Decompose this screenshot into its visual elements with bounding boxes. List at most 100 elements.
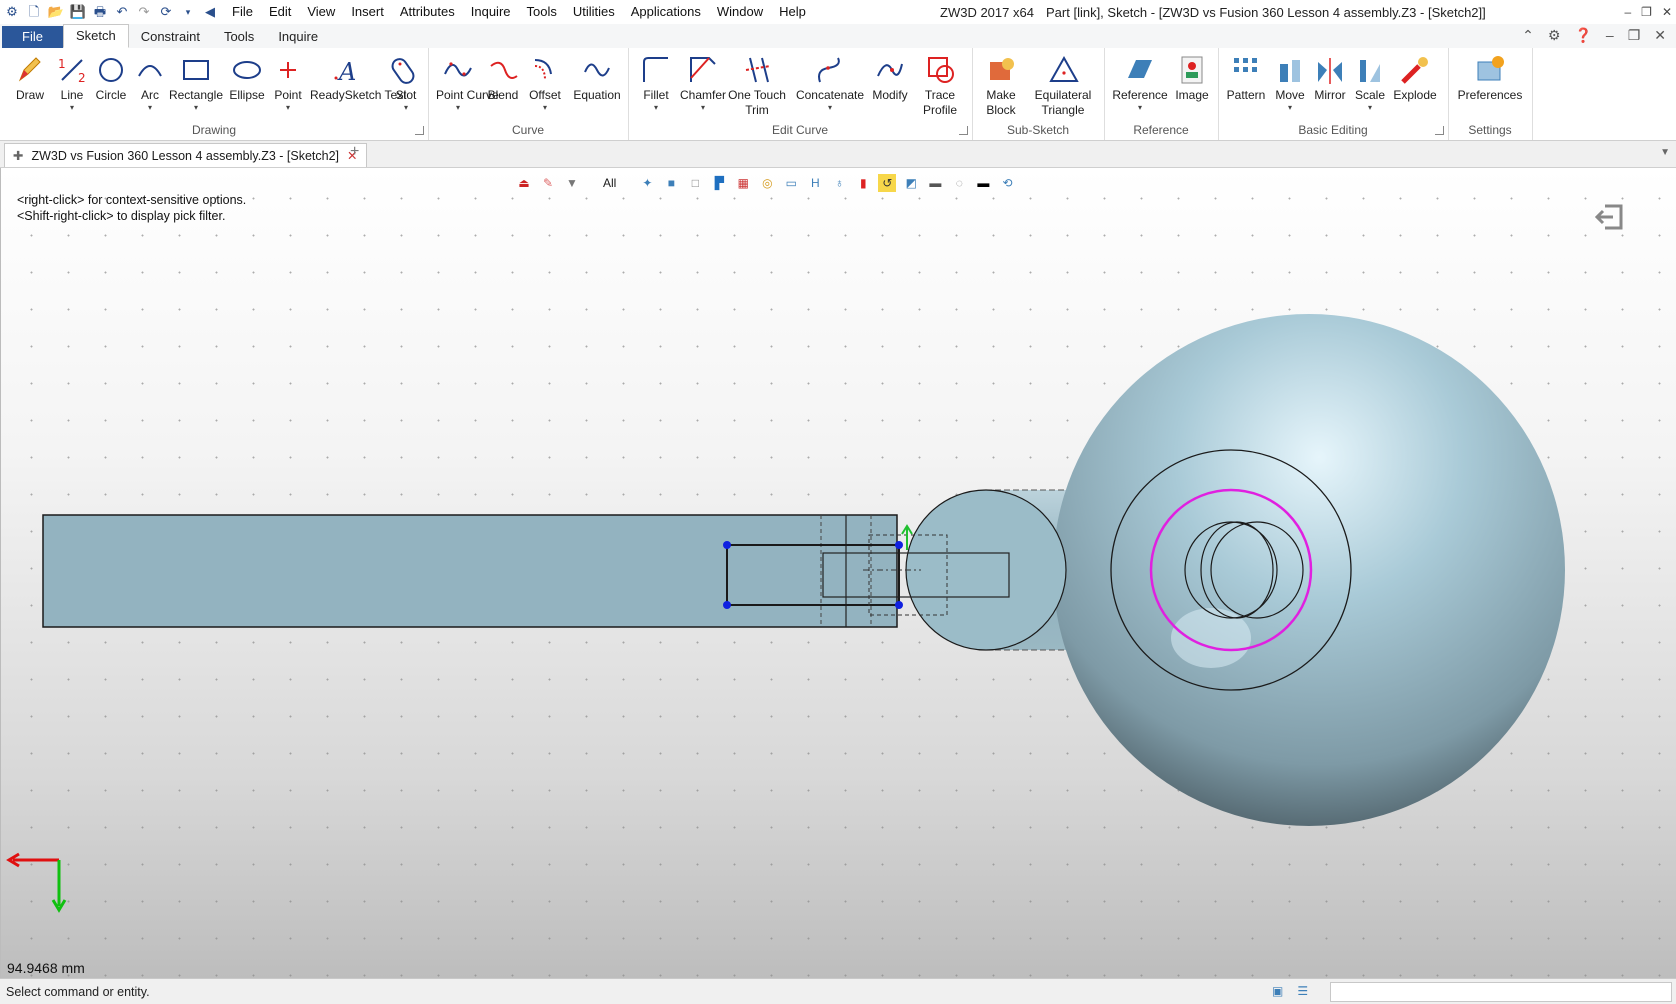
drawing-launcher-icon[interactable] bbox=[415, 126, 424, 135]
basic-editing-launcher-icon[interactable] bbox=[1435, 126, 1444, 135]
rectangle-button[interactable]: Rectangle▾ bbox=[168, 54, 224, 113]
handle-point[interactable] bbox=[895, 601, 903, 609]
slot-icon bbox=[390, 54, 422, 86]
menu-view[interactable]: View bbox=[299, 0, 343, 24]
shaft-body[interactable] bbox=[43, 515, 897, 627]
slot-button[interactable]: Slot▾ bbox=[388, 54, 424, 113]
pencil-icon bbox=[14, 54, 46, 86]
status-message: Select command or entity. bbox=[6, 985, 150, 999]
menu-file[interactable]: File bbox=[224, 0, 261, 24]
menu-inquire[interactable]: Inquire bbox=[463, 0, 519, 24]
chamfer-button[interactable]: Chamfer▾ bbox=[678, 54, 728, 113]
menu-bar: File Edit View Insert Attributes Inquire… bbox=[224, 0, 814, 24]
menu-tools[interactable]: Tools bbox=[519, 0, 565, 24]
tab-constraint[interactable]: Constraint bbox=[129, 26, 212, 48]
offset-button[interactable]: Offset▾ bbox=[526, 54, 564, 113]
group-curve: Point Curve▾ Blend Offset▾ Equation Curv… bbox=[428, 48, 629, 140]
make-block-button[interactable]: Make Block bbox=[980, 54, 1024, 118]
one-touch-trim-button[interactable]: One Touch Trim bbox=[728, 54, 788, 118]
ball-sphere[interactable] bbox=[1053, 314, 1565, 826]
refresh-icon[interactable]: ⟳ bbox=[158, 4, 174, 20]
list-icon[interactable]: ☰ bbox=[1297, 984, 1308, 998]
arc-button[interactable]: Arc▾ bbox=[134, 54, 166, 113]
ellipse-button[interactable]: Ellipse bbox=[228, 54, 266, 103]
group-label-sub-sketch: Sub-Sketch bbox=[972, 123, 1104, 137]
menu-applications[interactable]: Applications bbox=[623, 0, 709, 24]
menu-edit[interactable]: Edit bbox=[261, 0, 299, 24]
trace-profile-icon bbox=[925, 54, 957, 86]
back-icon[interactable]: ◀ bbox=[202, 4, 218, 20]
handle-point[interactable] bbox=[723, 601, 731, 609]
tab-tools[interactable]: Tools bbox=[212, 26, 266, 48]
collapse-ribbon-icon[interactable]: ⌃ bbox=[1522, 27, 1534, 44]
point-button[interactable]: Point▾ bbox=[270, 54, 306, 113]
circle-button[interactable]: Circle bbox=[92, 54, 130, 103]
neck-end-circle[interactable] bbox=[906, 490, 1066, 650]
readysketch-text-button[interactable]: A ReadySketch Text bbox=[310, 54, 382, 103]
redo-icon[interactable]: ↷ bbox=[136, 4, 152, 20]
explode-button[interactable]: Explode bbox=[1390, 54, 1440, 103]
restore-icon[interactable]: ❐ bbox=[1641, 5, 1652, 19]
handle-point[interactable] bbox=[895, 541, 903, 549]
arc-icon bbox=[134, 54, 166, 86]
reference-button[interactable]: Reference▾ bbox=[1112, 54, 1168, 113]
tab-inquire[interactable]: Inquire bbox=[266, 26, 330, 48]
tab-list-icon[interactable]: ▼ bbox=[1660, 147, 1670, 158]
equation-icon bbox=[581, 54, 613, 86]
block-icon bbox=[986, 54, 1018, 86]
scale-button[interactable]: Scale▾ bbox=[1352, 54, 1388, 113]
offset-icon bbox=[529, 54, 561, 86]
modify-button[interactable]: Modify bbox=[868, 54, 912, 103]
draw-button[interactable]: Draw bbox=[12, 54, 48, 103]
menu-utilities[interactable]: Utilities bbox=[565, 0, 623, 24]
fillet-icon bbox=[640, 54, 672, 86]
pattern-button[interactable]: Pattern bbox=[1224, 54, 1268, 103]
image-icon bbox=[1176, 54, 1208, 86]
layout-icon[interactable]: ▣ bbox=[1272, 984, 1283, 998]
tab-file[interactable]: File bbox=[2, 26, 63, 48]
fillet-button[interactable]: Fillet▾ bbox=[636, 54, 676, 113]
group-sub-sketch: Make Block Equilateral Triangle Sub-Sket… bbox=[972, 48, 1105, 140]
mdi-restore-icon[interactable]: ❐ bbox=[1628, 27, 1641, 44]
help-icon[interactable]: ❓ bbox=[1574, 27, 1591, 44]
dropdown-icon[interactable]: ▾ bbox=[180, 4, 196, 20]
minimize-icon[interactable]: – bbox=[1624, 5, 1631, 19]
move-button[interactable]: Move▾ bbox=[1272, 54, 1308, 113]
open-file-icon[interactable]: 📂 bbox=[48, 4, 64, 20]
graphics-viewport[interactable]: <right-click> for context-sensitive opti… bbox=[0, 168, 1676, 978]
preferences-button[interactable]: Preferences bbox=[1454, 54, 1526, 103]
command-input[interactable] bbox=[1330, 982, 1672, 1002]
status-icons: ▣ ☰ bbox=[1272, 984, 1308, 998]
blend-button[interactable]: Blend bbox=[484, 54, 522, 103]
pattern-icon bbox=[1230, 54, 1262, 86]
settings-gear-icon[interactable]: ⚙ bbox=[1548, 27, 1561, 44]
document-tab-strip: ✚ ZW3D vs Fusion 360 Lesson 4 assembly.Z… bbox=[0, 141, 1676, 168]
tab-sketch[interactable]: Sketch bbox=[63, 24, 129, 48]
svg-text:2: 2 bbox=[78, 71, 86, 85]
app-logo-icon[interactable]: ⚙ bbox=[4, 4, 20, 20]
mdi-close-icon[interactable]: ✕ bbox=[1654, 27, 1666, 44]
menu-window[interactable]: Window bbox=[709, 0, 771, 24]
print-icon[interactable]: 🖶 bbox=[92, 4, 108, 20]
menu-help[interactable]: Help bbox=[771, 0, 814, 24]
mdi-minimize-icon[interactable]: – bbox=[1606, 27, 1614, 44]
undo-icon[interactable]: ↶ bbox=[114, 4, 130, 20]
new-file-icon[interactable]: 🗋 bbox=[26, 4, 42, 20]
edit-curve-launcher-icon[interactable] bbox=[959, 126, 968, 135]
document-tab[interactable]: ✚ ZW3D vs Fusion 360 Lesson 4 assembly.Z… bbox=[4, 143, 367, 167]
handle-point[interactable] bbox=[723, 541, 731, 549]
concatenate-button[interactable]: Concatenate▾ bbox=[794, 54, 866, 113]
trace-profile-button[interactable]: Trace Profile bbox=[916, 54, 966, 118]
equation-button[interactable]: Equation bbox=[570, 54, 624, 103]
close-icon[interactable]: ✕ bbox=[1662, 5, 1672, 19]
image-button[interactable]: Image bbox=[1172, 54, 1212, 103]
mirror-button[interactable]: Mirror bbox=[1310, 54, 1350, 103]
new-tab-icon[interactable]: + bbox=[350, 143, 359, 161]
point-curve-button[interactable]: Point Curve▾ bbox=[436, 54, 480, 113]
menu-insert[interactable]: Insert bbox=[343, 0, 392, 24]
line-button[interactable]: 12 Line▾ bbox=[54, 54, 90, 113]
equilateral-triangle-button[interactable]: Equilateral Triangle bbox=[1028, 54, 1100, 118]
menu-attributes[interactable]: Attributes bbox=[392, 0, 463, 24]
blend-icon bbox=[487, 54, 519, 86]
save-icon[interactable]: 💾 bbox=[70, 4, 86, 20]
